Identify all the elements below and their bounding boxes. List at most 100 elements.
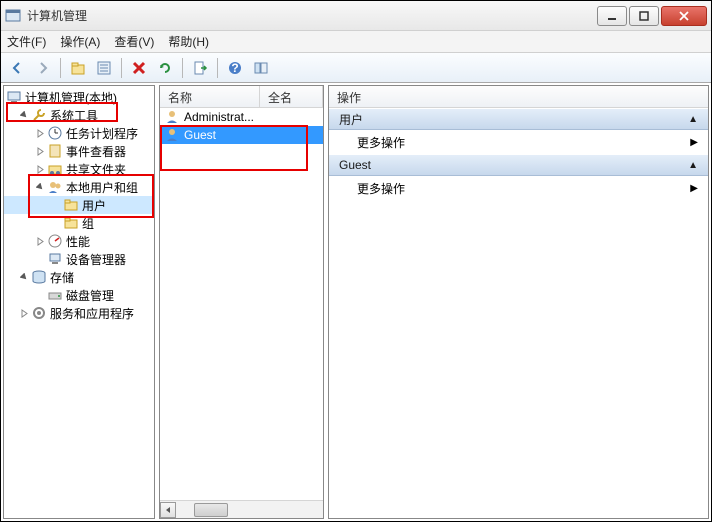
tree-panel: 计算机管理(本地) 系统工具 任务计划程序 事件查看器 — [3, 85, 155, 519]
expand-icon[interactable] — [34, 145, 46, 157]
refresh-button[interactable] — [153, 56, 177, 80]
scroll-left-icon[interactable] — [160, 502, 176, 518]
chevron-right-icon: ▶ — [690, 137, 698, 148]
event-icon — [47, 143, 63, 159]
tree-shared-folders[interactable]: 共享文件夹 — [4, 160, 154, 178]
tree-task-scheduler[interactable]: 任务计划程序 — [4, 124, 154, 142]
help-button[interactable]: ? — [223, 56, 247, 80]
clock-icon — [47, 125, 63, 141]
tree-label: 磁盘管理 — [66, 287, 114, 304]
action-label: 更多操作 — [357, 134, 405, 151]
section-title: Guest — [339, 158, 688, 172]
expand-icon[interactable] — [34, 235, 46, 247]
folder-icon — [63, 197, 79, 213]
shared-folder-icon — [47, 161, 63, 177]
tree-label: 共享文件夹 — [66, 161, 126, 178]
scroll-thumb[interactable] — [194, 503, 228, 517]
tree-disk-management[interactable]: 磁盘管理 — [4, 286, 154, 304]
tree-label: 服务和应用程序 — [50, 305, 134, 322]
tree-label: 事件查看器 — [66, 143, 126, 160]
tree-users[interactable]: 用户 — [4, 196, 154, 214]
tree-groups[interactable]: 组 — [4, 214, 154, 232]
tree-storage[interactable]: 存储 — [4, 268, 154, 286]
tree-services-apps[interactable]: 服务和应用程序 — [4, 304, 154, 322]
forward-button[interactable] — [31, 56, 55, 80]
chevron-right-icon: ▶ — [690, 183, 698, 194]
collapse-icon[interactable] — [34, 181, 46, 193]
storage-icon — [31, 269, 47, 285]
actions-panel: 操作 用户 ▲ 更多操作 ▶ Guest ▲ 更多操作 ▶ — [328, 85, 709, 519]
collapse-icon[interactable] — [18, 109, 30, 121]
menu-help[interactable]: 帮助(H) — [168, 33, 209, 50]
user-icon — [164, 127, 180, 143]
tree-local-users-groups[interactable]: 本地用户和组 — [4, 178, 154, 196]
tree-label: 组 — [82, 215, 94, 232]
show-hide-button[interactable] — [249, 56, 273, 80]
export-button[interactable] — [188, 56, 212, 80]
list-cell: Guest — [184, 128, 216, 142]
disk-icon — [47, 287, 63, 303]
menu-bar: 文件(F) 操作(A) 查看(V) 帮助(H) — [1, 31, 711, 53]
expand-icon[interactable] — [34, 163, 46, 175]
list-header: 名称 全名 — [160, 86, 323, 108]
up-button[interactable] — [66, 56, 90, 80]
column-fullname[interactable]: 全名 — [260, 86, 323, 107]
minimize-button[interactable] — [597, 6, 627, 26]
menu-action[interactable]: 操作(A) — [60, 33, 100, 50]
navigation-tree[interactable]: 计算机管理(本地) 系统工具 任务计划程序 事件查看器 — [4, 86, 154, 518]
svg-text:?: ? — [231, 61, 238, 75]
tree-label: 用户 — [82, 197, 106, 214]
tree-label: 计算机管理(本地) — [25, 89, 117, 106]
actions-section-guest[interactable]: Guest ▲ — [329, 154, 708, 176]
tree-event-viewer[interactable]: 事件查看器 — [4, 142, 154, 160]
folder-icon — [63, 215, 79, 231]
actions-more-guest[interactable]: 更多操作 ▶ — [329, 176, 708, 200]
properties-button[interactable] — [92, 56, 116, 80]
computer-icon — [6, 89, 22, 105]
tree-label: 性能 — [66, 233, 90, 250]
expand-icon[interactable] — [34, 127, 46, 139]
main-area: 计算机管理(本地) 系统工具 任务计划程序 事件查看器 — [1, 83, 711, 521]
tree-root[interactable]: 计算机管理(本地) — [4, 88, 154, 106]
users-group-icon — [47, 179, 63, 195]
device-icon — [47, 251, 63, 267]
tree-label: 本地用户和组 — [66, 179, 138, 196]
list-row-guest[interactable]: Guest — [160, 126, 323, 144]
list-row-administrator[interactable]: Administrat... — [160, 108, 323, 126]
column-name[interactable]: 名称 — [160, 86, 260, 107]
actions-section-users[interactable]: 用户 ▲ — [329, 108, 708, 130]
collapse-up-icon: ▲ — [688, 114, 698, 125]
menu-file[interactable]: 文件(F) — [7, 33, 46, 50]
horizontal-scrollbar[interactable] — [160, 500, 323, 518]
user-icon — [164, 109, 180, 125]
maximize-button[interactable] — [629, 6, 659, 26]
window-title: 计算机管理 — [27, 7, 597, 24]
collapse-icon[interactable] — [18, 271, 30, 283]
tools-icon — [31, 107, 47, 123]
action-label: 更多操作 — [357, 180, 405, 197]
close-button[interactable] — [661, 6, 707, 26]
app-icon — [5, 8, 21, 24]
performance-icon — [47, 233, 63, 249]
collapse-up-icon: ▲ — [688, 160, 698, 171]
section-title: 用户 — [339, 111, 688, 128]
list-body[interactable]: Administrat... Guest — [160, 108, 323, 500]
actions-more-users[interactable]: 更多操作 ▶ — [329, 130, 708, 154]
services-icon — [31, 305, 47, 321]
tree-label: 系统工具 — [50, 107, 98, 124]
title-bar: 计算机管理 — [1, 1, 711, 31]
delete-button[interactable] — [127, 56, 151, 80]
tree-system-tools[interactable]: 系统工具 — [4, 106, 154, 124]
list-cell: Administrat... — [184, 110, 254, 124]
menu-view[interactable]: 查看(V) — [114, 33, 154, 50]
tree-label: 任务计划程序 — [66, 125, 138, 142]
list-panel: 名称 全名 Administrat... Guest — [159, 85, 324, 519]
expand-icon[interactable] — [18, 307, 30, 319]
back-button[interactable] — [5, 56, 29, 80]
actions-header: 操作 — [329, 86, 708, 108]
tree-device-manager[interactable]: 设备管理器 — [4, 250, 154, 268]
toolbar: ? — [1, 53, 711, 83]
tree-label: 存储 — [50, 269, 74, 286]
tree-label: 设备管理器 — [66, 251, 126, 268]
tree-performance[interactable]: 性能 — [4, 232, 154, 250]
